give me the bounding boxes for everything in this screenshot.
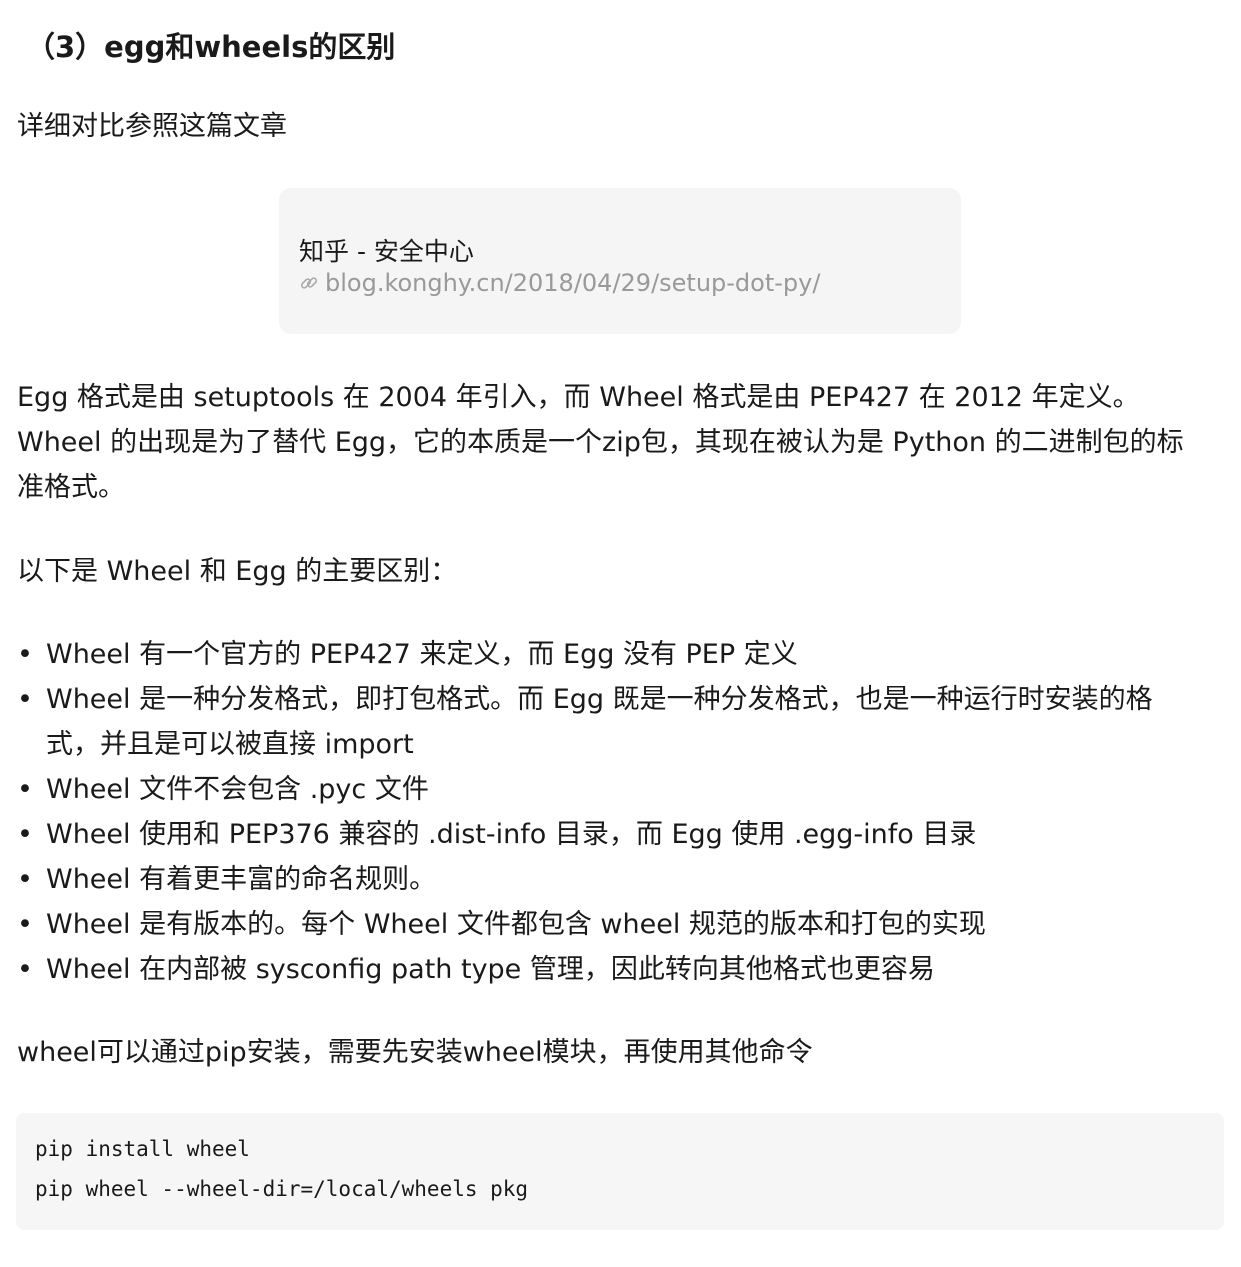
list-intro: 以下是 Wheel 和 Egg 的主要区别： (17, 556, 458, 587)
paragraph-line: 准格式。 (17, 472, 125, 503)
differences-list: Wheel 有一个官方的 PEP427 来定义，而 Egg 没有 PEP 定义 … (17, 632, 1217, 992)
link-card-url[interactable]: blog.konghy.cn/2018/04/29/setup-dot-py/ (325, 269, 820, 297)
install-note: wheel可以通过pip安装，需要先安装wheel模块，再使用其他命令 (17, 1037, 813, 1068)
paragraph-egg-wheel: Egg 格式是由 setuptools 在 2004 年引入，而 Wheel 格… (17, 375, 1184, 510)
link-card[interactable]: 知乎 - 安全中心 blog.konghy.cn/2018/04/29/setu… (279, 188, 961, 334)
intro-text: 详细对比参照这篇文章 (17, 111, 287, 142)
code-block: pip install wheel pip wheel --wheel-dir=… (16, 1113, 1224, 1230)
list-item: Wheel 有着更丰富的命名规则。 (17, 857, 1217, 902)
list-item: Wheel 在内部被 sysconfig path type 管理，因此转向其他… (17, 947, 1217, 992)
paragraph-line: Wheel 的出现是为了替代 Egg，它的本质是一个zip包，其现在被认为是 P… (17, 427, 1184, 458)
list-item: Wheel 是一种分发格式，即打包格式。而 Egg 既是一种分发格式，也是一种运… (17, 677, 1186, 767)
code-line: pip wheel --wheel-dir=/local/wheels pkg (35, 1177, 529, 1201)
section-heading: （3）egg和wheels的区别 (26, 30, 396, 64)
list-item: Wheel 使用和 PEP376 兼容的 .dist-info 目录，而 Egg… (17, 812, 1217, 857)
list-item: Wheel 有一个官方的 PEP427 来定义，而 Egg 没有 PEP 定义 (17, 632, 1217, 677)
list-item: Wheel 是有版本的。每个 Wheel 文件都包含 wheel 规范的版本和打… (17, 902, 1217, 947)
link-card-url-row[interactable]: blog.konghy.cn/2018/04/29/setup-dot-py/ (299, 269, 820, 297)
code-line: pip install wheel (35, 1137, 250, 1161)
link-icon (300, 277, 318, 289)
list-item: Wheel 文件不会包含 .pyc 文件 (17, 767, 1217, 812)
paragraph-line: Egg 格式是由 setuptools 在 2004 年引入，而 Wheel 格… (17, 382, 1140, 413)
link-card-title: 知乎 - 安全中心 (299, 237, 474, 266)
